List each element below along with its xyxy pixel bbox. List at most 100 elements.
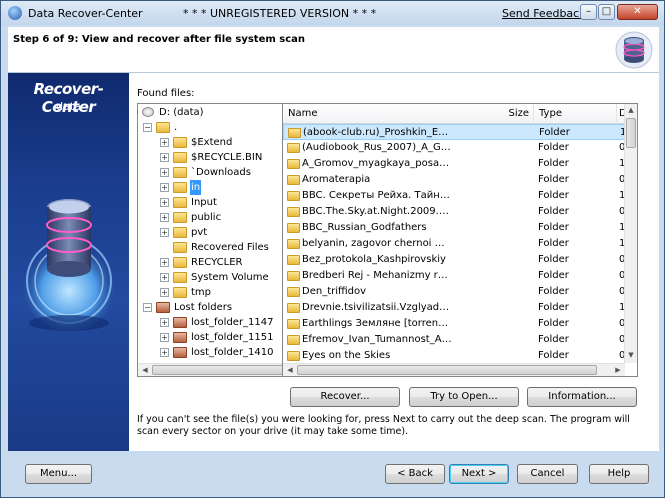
item-name: BBC.The.Sky.at.Night.2009.01.Li...: [302, 206, 452, 217]
folder-icon: [173, 212, 187, 223]
file-list[interactable]: Name Size Type D (abook-club.ru)_Proshki…: [282, 103, 638, 377]
menu-button[interactable]: Menu...: [25, 464, 92, 484]
help-button[interactable]: Help: [589, 464, 649, 484]
folder-icon: [287, 255, 300, 265]
list-item[interactable]: BBC.The.Sky.at.Night.2009.01.Li... Folde…: [283, 204, 625, 220]
content-panel: Found files: D: (data) − . + $Extend + $…: [129, 73, 659, 451]
list-vertical-scrollbar[interactable]: ▲ ▼: [624, 104, 637, 363]
collapse-toggle[interactable]: −: [143, 303, 152, 312]
expand-toggle[interactable]: +: [160, 288, 169, 297]
folder-icon: [287, 271, 300, 281]
item-type: Folder: [538, 222, 569, 233]
list-item[interactable]: (Audiobook_Rus_2007)_A_Gro... Folder 0: [283, 140, 625, 156]
step-title: Step 6 of 9: View and recover after file…: [13, 34, 306, 45]
folder-icon: [287, 175, 300, 185]
send-feedback-link[interactable]: Send Feedback: [502, 7, 586, 20]
item-type: Folder: [538, 350, 569, 361]
scroll-left-arrow-icon[interactable]: ◀: [141, 366, 149, 374]
folder-icon: [287, 239, 300, 249]
folder-icon: [287, 287, 300, 297]
back-button[interactable]: < Back: [385, 464, 445, 484]
maximize-button[interactable]: □: [598, 4, 615, 20]
tree-item-label: Lost folders: [174, 302, 233, 313]
folder-icon: [287, 319, 300, 329]
information-button[interactable]: Information...: [527, 387, 637, 407]
scroll-down-arrow-icon[interactable]: ▼: [625, 351, 637, 359]
expand-toggle[interactable]: +: [160, 228, 169, 237]
minimize-button[interactable]: –: [580, 4, 597, 20]
close-button[interactable]: ✕: [617, 4, 658, 20]
folder-icon: [287, 303, 300, 313]
expand-toggle[interactable]: +: [160, 258, 169, 267]
list-item[interactable]: BBC_Russian_Godfathers Folder 1: [283, 220, 625, 236]
list-item[interactable]: Earthlings Земляне [torrents.ru] Folder …: [283, 316, 625, 332]
folder-icon: [287, 159, 300, 169]
folder-icon: [173, 242, 187, 253]
expand-toggle[interactable]: +: [160, 333, 169, 342]
list-item[interactable]: Efremov_Ivan_Tumannost_And... Folder 0: [283, 332, 625, 348]
expand-toggle[interactable]: +: [160, 198, 169, 207]
item-name: Efremov_Ivan_Tumannost_And...: [302, 334, 452, 345]
list-horizontal-scrollbar[interactable]: ◀ ▶: [283, 363, 625, 376]
expand-toggle[interactable]: +: [160, 168, 169, 177]
expand-toggle[interactable]: +: [160, 153, 169, 162]
list-item[interactable]: belyanin, zagovor chernoi messy Folder 1: [283, 236, 625, 252]
item-name: A_Gromov_myagkaya_posadka: [302, 158, 452, 169]
scroll-thumb[interactable]: [626, 118, 636, 148]
expand-toggle[interactable]: +: [160, 183, 169, 192]
next-button[interactable]: Next >: [449, 464, 509, 484]
column-size[interactable]: Size: [483, 104, 534, 124]
list-item[interactable]: Aromaterapia Folder 0: [283, 172, 625, 188]
folder-icon: [287, 207, 300, 217]
item-name: Bez_protokola_Kashpirovskiy: [302, 254, 446, 265]
expand-toggle[interactable]: +: [160, 318, 169, 327]
list-item[interactable]: Bredberi Rej - Mehanizmy rado... Folder …: [283, 268, 625, 284]
scroll-right-arrow-icon[interactable]: ▶: [614, 366, 622, 374]
list-header: Name Size Type D: [283, 104, 627, 124]
title-bar[interactable]: Data Recover-Center * * * UNREGISTERED V…: [1, 1, 664, 25]
folder-icon: [287, 191, 300, 201]
list-item[interactable]: A_Gromov_myagkaya_posadka Folder 1: [283, 156, 625, 172]
lost-folder-icon: [173, 347, 187, 358]
list-item[interactable]: Drevnie.tsivilizatsii.Vzglyad.skvo... Fo…: [283, 300, 625, 316]
brand-sidebar: Recover-Center data: [8, 73, 129, 451]
item-name: Aromaterapia: [302, 174, 371, 185]
expand-toggle[interactable]: +: [160, 348, 169, 357]
folder-icon: [173, 167, 187, 178]
list-item[interactable]: BBC. Секреты Рейха. Тайны на... Folder 1: [283, 188, 625, 204]
scroll-thumb[interactable]: [297, 365, 597, 375]
try-open-button[interactable]: Try to Open...: [409, 387, 519, 407]
folder-icon: [287, 335, 300, 345]
collapse-toggle[interactable]: −: [143, 123, 152, 132]
tree-item-label: tmp: [191, 287, 212, 298]
scroll-left-arrow-icon[interactable]: ◀: [286, 366, 294, 374]
item-name: Eyes on the Skies: [302, 350, 391, 361]
folder-icon: [173, 182, 187, 193]
tree-item-label: `Downloads: [191, 167, 251, 178]
tree-item-label: .: [174, 122, 178, 133]
item-name: BBC_Russian_Godfathers: [302, 222, 427, 233]
expand-toggle[interactable]: +: [160, 213, 169, 222]
expand-toggle[interactable]: +: [160, 273, 169, 282]
scroll-up-arrow-icon[interactable]: ▲: [625, 106, 637, 114]
unregistered-notice: * * * UNREGISTERED VERSION * * *: [183, 7, 377, 20]
cancel-button[interactable]: Cancel: [517, 464, 578, 484]
item-name: (abook-club.ru)_Proshkin_E_-_S...: [303, 127, 453, 138]
tree-item-label: public: [191, 212, 222, 223]
list-item-selected[interactable]: (abook-club.ru)_Proshkin_E_-_S... Folder…: [283, 124, 626, 140]
item-type: Folder: [538, 302, 569, 313]
tree-item-label: Input: [191, 197, 217, 208]
recover-button[interactable]: Recover...: [290, 387, 400, 407]
list-item[interactable]: Eyes on the Skies Folder 0: [283, 348, 625, 364]
step-header: Step 6 of 9: View and recover after file…: [8, 27, 659, 73]
disk-stack-icon: [615, 31, 653, 69]
column-type[interactable]: Type: [534, 104, 617, 124]
list-item[interactable]: Den_triffidov Folder 0: [283, 284, 625, 300]
tree-item-label: $Extend: [191, 137, 233, 148]
expand-toggle[interactable]: +: [160, 138, 169, 147]
folder-icon: [173, 272, 187, 283]
list-item[interactable]: Bez_protokola_Kashpirovskiy Folder 0: [283, 252, 625, 268]
folder-icon: [156, 122, 170, 133]
item-name: belyanin, zagovor chernoi messy: [302, 238, 452, 249]
window-title: Data Recover-Center: [28, 7, 143, 20]
